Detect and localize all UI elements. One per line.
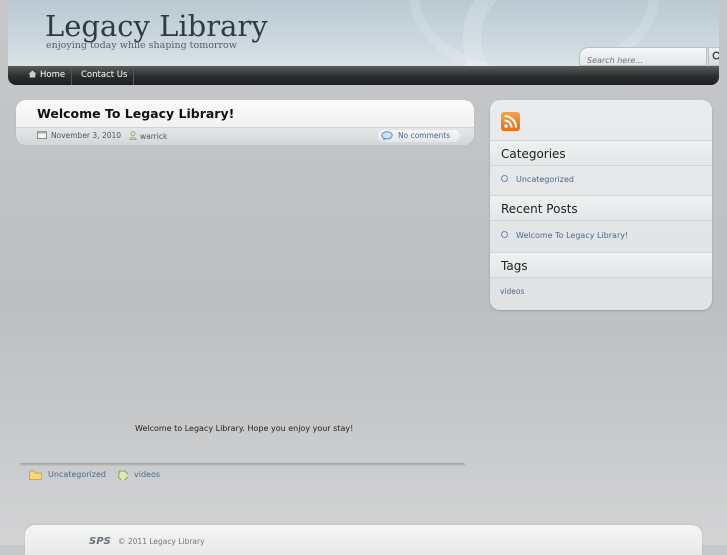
- site-title[interactable]: Legacy Library: [45, 9, 268, 43]
- site-tagline: enjoying today while shaping tomorrow: [46, 40, 237, 51]
- nav-contact-label: Contact Us: [81, 70, 128, 80]
- category-item[interactable]: Uncategorized: [501, 175, 574, 184]
- bullet-icon: [501, 175, 508, 182]
- site-header: Legacy Library enjoying today while shap…: [8, 0, 719, 68]
- main-nav: Home Contact Us: [8, 66, 719, 85]
- comments-text: No comments: [398, 131, 451, 140]
- calendar-icon: [37, 131, 47, 139]
- comment-icon: [381, 131, 393, 141]
- category-item-label: Uncategorized: [516, 175, 574, 184]
- comments-link[interactable]: No comments: [378, 130, 460, 142]
- search-box: [579, 47, 707, 68]
- rss-glyph: [504, 115, 517, 128]
- recent-post-item-label: Welcome To Legacy Library!: [516, 231, 629, 240]
- footer-logo: SPS: [89, 536, 111, 547]
- search-icon: [712, 51, 719, 60]
- post-title[interactable]: Welcome To Legacy Library!: [37, 106, 234, 121]
- site-footer: SPS © 2011 Legacy Library: [25, 525, 702, 555]
- sidebar: Categories Uncategorized Recent Posts We…: [490, 100, 712, 310]
- nav-home-label: Home: [40, 70, 66, 80]
- post-date-text: November 3, 2010: [51, 131, 122, 140]
- post-category-link[interactable]: Uncategorized: [48, 470, 106, 479]
- post-divider: [20, 463, 465, 467]
- post-author: warrick: [128, 131, 167, 141]
- post-meta: November 3, 2010 warrick No comments: [16, 127, 474, 145]
- tag-icon: [118, 470, 128, 480]
- recent-posts-heading: Recent Posts: [490, 195, 712, 221]
- user-icon: [128, 131, 138, 140]
- tags-heading: Tags: [490, 252, 712, 278]
- post-tag-link[interactable]: videos: [134, 470, 160, 479]
- post-body: Welcome to Legacy Library. Hope you enjo…: [135, 424, 354, 433]
- nav-home[interactable]: Home: [24, 66, 73, 85]
- bullet-icon: [501, 231, 508, 238]
- search-button[interactable]: [708, 47, 719, 66]
- home-icon: [28, 70, 37, 78]
- post-header: Welcome To Legacy Library! November 3, 2…: [16, 100, 474, 145]
- rss-icon[interactable]: [501, 112, 520, 131]
- tag-cloud-item[interactable]: videos: [500, 287, 524, 296]
- post-author-text[interactable]: warrick: [140, 132, 167, 141]
- post-date: November 3, 2010: [37, 131, 121, 140]
- categories-heading: Categories: [490, 140, 712, 166]
- recent-post-item[interactable]: Welcome To Legacy Library!: [501, 231, 628, 240]
- folder-icon: [29, 470, 42, 480]
- nav-contact[interactable]: Contact Us: [75, 66, 135, 85]
